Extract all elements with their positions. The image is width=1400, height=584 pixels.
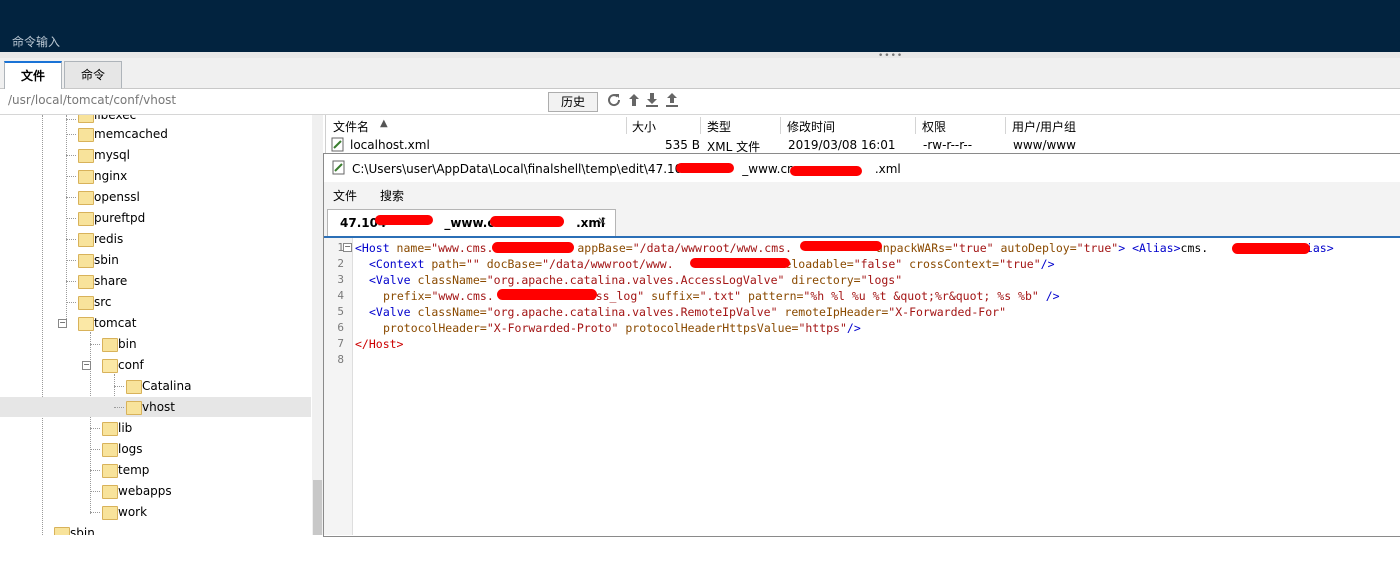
up-arrow-icon[interactable] (626, 92, 642, 108)
redaction-mark (375, 215, 433, 225)
tree-item[interactable]: conf (118, 355, 144, 376)
folder-icon (78, 254, 94, 268)
editor-app-icon (332, 160, 345, 175)
file-size: 535 B (665, 138, 700, 152)
editor-tab[interactable]: 47.104 _www.cms .xml (327, 209, 616, 236)
line-number: 5 (337, 305, 344, 318)
line-number: 2 (337, 257, 344, 270)
tree-item[interactable]: bin (118, 334, 137, 355)
menu-search[interactable]: 搜索 (380, 187, 404, 204)
redaction-mark (490, 216, 564, 227)
redaction-mark (790, 166, 862, 176)
upload-icon[interactable] (664, 92, 680, 108)
line-number: 7 (337, 337, 344, 350)
folder-icon (102, 485, 118, 499)
folder-icon (78, 191, 94, 205)
command-input-header (0, 0, 1400, 52)
menu-file[interactable]: 文件 (333, 187, 357, 204)
line-number: 8 (337, 353, 344, 366)
file-modified: 2019/03/08 16:01 (788, 138, 896, 152)
column-header-name[interactable]: 文件名 (333, 118, 369, 135)
folder-icon (78, 149, 94, 163)
tree-item[interactable]: redis (94, 229, 123, 250)
tree-item[interactable]: openssl (94, 187, 140, 208)
editor-menu-bar (324, 182, 1400, 206)
tree-item[interactable]: logs (118, 439, 143, 460)
code-line-6[interactable]: protocolHeader="X-Forwarded-Proto" proto… (383, 321, 861, 335)
tree-item[interactable]: lib (118, 418, 132, 439)
column-header-permission[interactable]: 权限 (922, 118, 946, 135)
tree-item[interactable]: Catalina (142, 376, 191, 397)
redaction-mark (690, 258, 790, 268)
tree-item[interactable]: nginx (94, 166, 127, 187)
main-tab-strip (0, 58, 1400, 89)
folder-icon (78, 170, 94, 184)
line-number: 6 (337, 321, 344, 334)
tree-scrollbar-thumb[interactable] (313, 480, 322, 535)
folder-icon (78, 128, 94, 142)
tree-item[interactable]: memcached (94, 124, 168, 145)
folder-icon (102, 422, 118, 436)
tree-item[interactable]: work (118, 502, 147, 523)
folder-icon (78, 212, 94, 226)
path-input[interactable]: /usr/local/tomcat/conf/vhost (8, 93, 176, 107)
tree-item[interactable]: pureftpd (94, 208, 145, 229)
folder-icon (126, 401, 142, 415)
tree-item[interactable]: temp (118, 460, 149, 481)
redaction-mark (497, 289, 597, 300)
xml-file-icon (331, 137, 344, 152)
redaction-mark (676, 163, 734, 173)
tree-item-selected[interactable]: vhost (142, 397, 175, 418)
folder-icon (78, 233, 94, 247)
open-folder-icon (102, 359, 118, 373)
tree-item[interactable]: sbin (94, 250, 119, 271)
folder-icon (102, 464, 118, 478)
code-line-5[interactable]: <Valve className="org.apache.catalina.va… (369, 305, 1006, 319)
line-number: 4 (337, 289, 344, 302)
code-line-4[interactable]: prefix="www.cms. ess_log" suffix=".txt" p… (383, 289, 1060, 303)
collapse-toggle-icon[interactable]: − (58, 319, 67, 328)
open-folder-icon (78, 317, 94, 331)
tree-item[interactable]: src (94, 292, 112, 313)
refresh-icon[interactable] (606, 92, 622, 108)
collapse-toggle-icon[interactable]: − (82, 361, 91, 370)
tab-command[interactable]: 命令 (64, 61, 122, 88)
column-header-size[interactable]: 大小 (632, 118, 656, 135)
file-owner: www/www (1013, 138, 1076, 152)
file-name[interactable]: localhost.xml (350, 138, 430, 152)
close-tab-icon[interactable]: × (597, 214, 607, 228)
command-input-label: 命令输入 (12, 35, 61, 49)
download-icon[interactable] (644, 92, 660, 108)
redaction-mark (1232, 243, 1310, 254)
sort-ascending-icon: ▲ (380, 118, 388, 129)
history-button[interactable]: 历史 (548, 92, 598, 112)
tab-file[interactable]: 文件 (4, 61, 62, 90)
line-number: 3 (337, 273, 344, 286)
tree-item[interactable]: tomcat (94, 313, 136, 334)
redaction-mark (800, 241, 882, 251)
tree-item[interactable]: mysql (94, 145, 130, 166)
path-bar (0, 89, 1400, 115)
column-header-modified[interactable]: 修改时间 (787, 118, 835, 135)
folder-icon (78, 115, 94, 123)
tree-scrollbar[interactable] (312, 115, 323, 535)
redaction-mark (492, 242, 574, 253)
folder-icon (126, 380, 142, 394)
column-header-owner[interactable]: 用户/用户组 (1012, 118, 1076, 135)
folder-icon (54, 527, 70, 535)
code-line-3[interactable]: <Valve className="org.apache.catalina.va… (369, 273, 902, 287)
tree-item[interactable]: sbin (70, 523, 95, 535)
fold-toggle-icon[interactable]: − (343, 243, 352, 252)
folder-icon (102, 506, 118, 520)
folder-icon (102, 443, 118, 457)
folder-icon (102, 338, 118, 352)
directory-tree[interactable]: libexec memcached mysql nginx openssl pu… (0, 115, 324, 535)
file-permission: -rw-r--r-- (923, 138, 973, 152)
folder-icon (78, 296, 94, 310)
tree-item[interactable]: share (94, 271, 127, 292)
column-header-type[interactable]: 类型 (707, 118, 731, 135)
code-line-7[interactable]: </Host> (355, 337, 403, 351)
folder-icon (78, 275, 94, 289)
tree-item[interactable]: webapps (118, 481, 172, 502)
